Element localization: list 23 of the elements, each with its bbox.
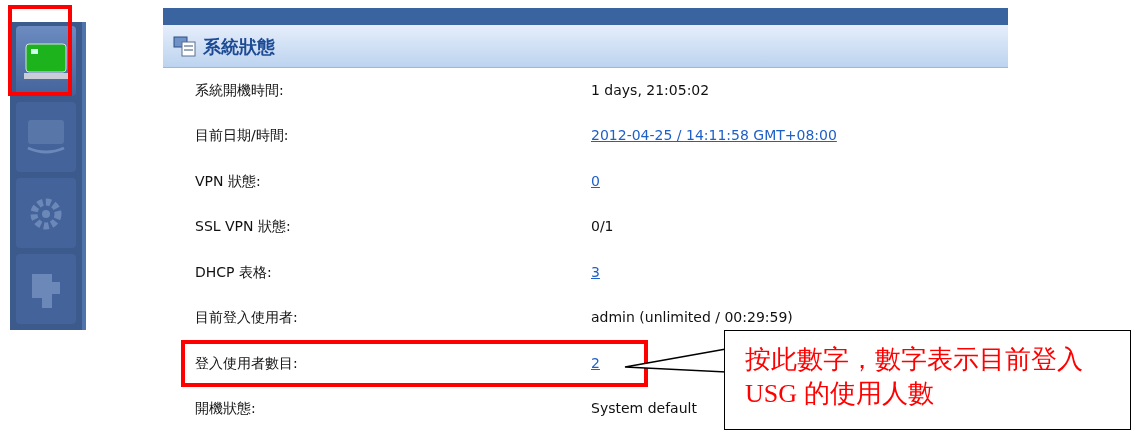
- field-label: 目前日期/時間:: [195, 126, 289, 146]
- field-label: 登入使用者數目:: [195, 353, 298, 373]
- monitor-icon: [22, 40, 70, 82]
- value-link[interactable]: 2012-04-25 / 14:11:58 GMT+08:00: [591, 125, 837, 147]
- panel-title: 系統狀態: [203, 34, 275, 59]
- computers-icon: [173, 35, 197, 57]
- field-label: 目前登入使用者:: [195, 308, 298, 328]
- sidebar-item[interactable]: [16, 178, 76, 248]
- field-label: SSL VPN 狀態:: [195, 217, 291, 237]
- value-link[interactable]: 3: [591, 261, 600, 283]
- field-value: 0/1: [591, 217, 614, 237]
- sidebar-item[interactable]: [16, 102, 76, 172]
- value-link[interactable]: 0: [591, 170, 600, 192]
- field-label: DHCP 表格:: [195, 262, 272, 282]
- field-value: 1 days, 21:05:02: [591, 80, 710, 100]
- sidebar-item[interactable]: [16, 254, 76, 324]
- value-link[interactable]: 2: [591, 352, 600, 374]
- field-value: admin (unlimited / 00:29:59): [591, 308, 793, 328]
- field-label: 系統開機時間:: [195, 80, 284, 100]
- callout-note: 按此數字，數字表示目前登入 USG 的使用人數: [724, 330, 1131, 430]
- field-label: VPN 狀態:: [195, 171, 261, 191]
- field-value: System default: [591, 399, 697, 419]
- field-label: 開機狀態:: [195, 399, 256, 419]
